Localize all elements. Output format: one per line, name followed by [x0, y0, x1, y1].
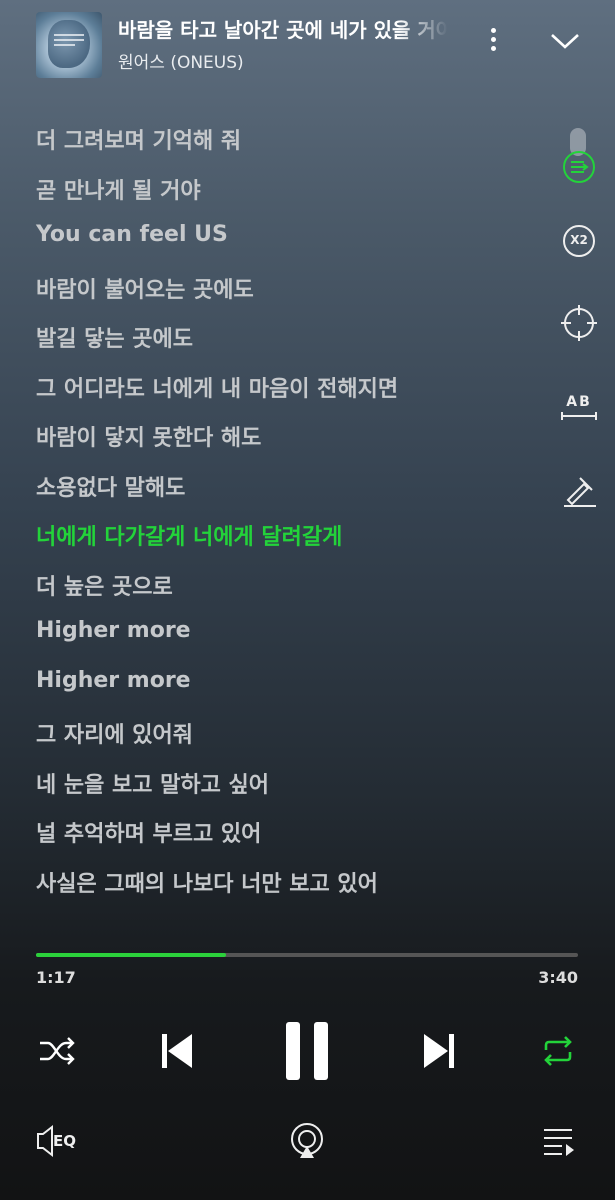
- current-time: 1:17: [36, 968, 76, 987]
- repeat-icon[interactable]: [540, 1034, 576, 1068]
- target-icon[interactable]: [560, 304, 598, 342]
- track-title: 바람을 타고 날아간 곳에 네가 있을 거야: [118, 18, 448, 42]
- track-artist[interactable]: 원어스 (ONEUS): [118, 48, 244, 73]
- lyric-line[interactable]: 그 어디라도 너에게 내 마음이 전해지면: [36, 371, 398, 403]
- eq-label: EQ: [53, 1132, 76, 1150]
- lyric-line-active[interactable]: 너에게 다가갈게 너에게 달려갈게: [36, 519, 342, 551]
- lyric-line[interactable]: 널 추억하며 부르고 있어: [36, 816, 261, 848]
- next-icon[interactable]: [422, 1032, 456, 1070]
- lyric-line[interactable]: 네 눈을 보고 말하고 싶어: [36, 767, 269, 799]
- lyrics-scroll-icon[interactable]: [560, 148, 598, 186]
- lyric-line[interactable]: Higher more: [36, 668, 191, 693]
- progress-bar[interactable]: [36, 953, 578, 957]
- chevron-down-icon[interactable]: [548, 26, 582, 56]
- album-art[interactable]: [36, 12, 102, 78]
- previous-icon[interactable]: [160, 1032, 194, 1070]
- lyrics-panel[interactable]: 더 그려보며 기억해 줘곧 만나게 될 거야 You can feel US 바람이…: [0, 90, 560, 930]
- pen-icon[interactable]: [560, 472, 598, 510]
- lyric-line[interactable]: You can feel US: [36, 222, 228, 247]
- lyric-line[interactable]: Higher more: [36, 618, 191, 643]
- total-time: 3:40: [538, 968, 578, 987]
- progress-fill: [36, 953, 226, 957]
- playlist-icon[interactable]: [542, 1126, 576, 1156]
- pause-icon[interactable]: [284, 1020, 332, 1082]
- lyric-line[interactable]: 소용없다 말해도: [36, 470, 185, 502]
- lyric-line[interactable]: 사실은 그때의 나보다 너만 보고 있어: [36, 866, 378, 898]
- translate-icon[interactable]: AB: [560, 390, 598, 428]
- lyric-line[interactable]: 그 자리에 있어줘: [36, 717, 193, 749]
- shuffle-icon[interactable]: [38, 1034, 76, 1068]
- equalizer-icon[interactable]: EQ: [36, 1124, 82, 1158]
- lyric-line[interactable]: 더 높은 곳으로: [36, 569, 173, 601]
- speed-label: X2: [570, 233, 588, 247]
- lyric-line[interactable]: 바람이 닿지 못한다 해도: [36, 420, 261, 452]
- more-vert-icon[interactable]: [482, 24, 504, 58]
- lyric-line[interactable]: 곧 만나게 될 거야: [36, 173, 201, 205]
- now-playing-header: 바람을 타고 날아간 곳에 네가 있을 거야 원어스 (ONEUS): [0, 0, 615, 90]
- cast-icon[interactable]: [288, 1122, 326, 1160]
- speed-icon[interactable]: X2: [560, 222, 598, 260]
- lyric-line[interactable]: 더 그려보며 기억해 줘: [36, 123, 241, 155]
- lyric-line[interactable]: 발길 닿는 곳에도: [36, 321, 193, 353]
- lyric-line[interactable]: 바람이 불어오는 곳에도: [36, 272, 254, 304]
